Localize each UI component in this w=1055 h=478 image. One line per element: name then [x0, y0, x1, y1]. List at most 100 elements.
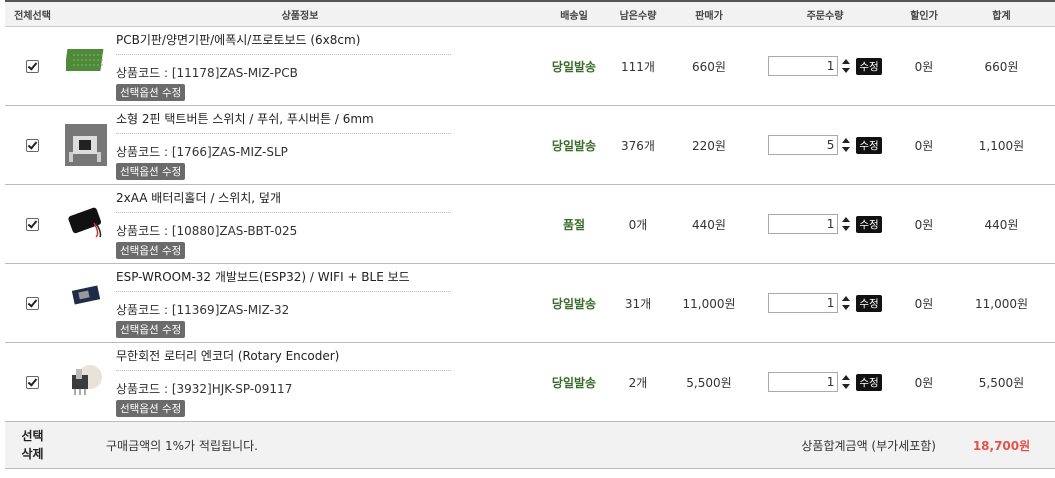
quantity-input[interactable]: [768, 135, 839, 155]
unit-price: 5,500원: [668, 342, 750, 422]
remaining-qty: 2개: [608, 342, 668, 422]
update-qty-button[interactable]: 수정: [856, 373, 882, 391]
product-code: 상품코드 : [11178]ZAS-MIZ-PCB: [116, 66, 298, 80]
ship-status: 당일발송: [551, 375, 597, 390]
edit-option-button[interactable]: 선택옵션 수정: [116, 163, 186, 180]
cart-container: 전체선택 상품정보 배송일 남은수량 판매가 주문수량 할인가 합계 PCB기판…: [0, 0, 1055, 478]
remaining-qty: 0개: [608, 184, 668, 264]
item-checkbox[interactable]: [26, 218, 39, 231]
table-row: 소형 2핀 택트버튼 스위치 / 푸쉬, 푸시버튼 / 6mm 상품코드 : […: [5, 105, 1055, 185]
header-product-info: 상품정보: [60, 0, 540, 27]
table-header-row: 전체선택 상품정보 배송일 남은수량 판매가 주문수량 할인가 합계: [5, 0, 1055, 27]
product-code: 상품코드 : [1766]ZAS-MIZ-SLP: [116, 145, 288, 159]
edit-option-button[interactable]: 선택옵션 수정: [116, 321, 186, 338]
decrease-icon[interactable]: [842, 384, 851, 389]
item-checkbox[interactable]: [26, 297, 39, 310]
discount-price: 0원: [900, 26, 948, 106]
increase-icon[interactable]: [842, 138, 851, 143]
remaining-qty: 111개: [608, 26, 668, 106]
discount-price: 0원: [900, 342, 948, 422]
table-row: PCB기판/양면기판/에폭시/프로토보드 (6x8cm) 상품코드 : [111…: [5, 26, 1055, 106]
product-thumbnail[interactable]: [62, 45, 110, 93]
rotary-encoder-icon: [72, 365, 102, 395]
product-name[interactable]: 무한회전 로터리 엔코더 (Rotary Encoder): [116, 347, 451, 371]
item-checkbox[interactable]: [26, 376, 39, 389]
discount-price: 0원: [900, 184, 948, 264]
quantity-input[interactable]: [768, 56, 839, 76]
increase-icon[interactable]: [842, 375, 851, 380]
product-code: 상품코드 : [3932]HJK-SP-09117: [116, 382, 293, 396]
line-total: 660원: [948, 26, 1055, 106]
unit-price: 440원: [668, 184, 750, 264]
delete-selected-button[interactable]: 선택 삭제: [5, 427, 60, 463]
table-row: 무한회전 로터리 엔코더 (Rotary Encoder) 상품코드 : [39…: [5, 342, 1055, 422]
line-total: 1,100원: [948, 105, 1055, 185]
table-row: 2xAA 배터리홀더 / 스위치, 덮개 상품코드 : [10880]ZAS-B…: [5, 184, 1055, 264]
update-qty-button[interactable]: 수정: [856, 294, 882, 312]
quantity-stepper[interactable]: [842, 59, 851, 73]
product-code: 상품코드 : [10880]ZAS-BBT-025: [116, 224, 298, 238]
ship-status: 당일발송: [551, 296, 597, 311]
product-thumbnail[interactable]: [62, 282, 110, 330]
ship-status: 당일발송: [551, 59, 597, 74]
unit-price: 11,000원: [668, 263, 750, 343]
product-name[interactable]: 2xAA 배터리홀더 / 스위치, 덮개: [116, 189, 451, 213]
unit-price: 660원: [668, 26, 750, 106]
header-order-qty: 주문수량: [750, 0, 900, 27]
ship-status: 품절: [562, 217, 586, 232]
battery-holder-icon: [68, 207, 102, 238]
product-thumbnail[interactable]: [62, 124, 110, 172]
header-remaining: 남은수량: [608, 0, 668, 27]
header-total: 합계: [948, 0, 1055, 27]
decrease-icon[interactable]: [842, 147, 851, 152]
update-qty-button[interactable]: 수정: [856, 215, 882, 233]
quantity-stepper[interactable]: [842, 296, 851, 310]
product-name[interactable]: ESP-WROOM-32 개발보드(ESP32) / WIFI + BLE 보드: [116, 268, 451, 292]
tact-switch-icon: [65, 124, 107, 166]
table-row: ESP-WROOM-32 개발보드(ESP32) / WIFI + BLE 보드…: [5, 263, 1055, 343]
quantity-stepper[interactable]: [842, 217, 851, 231]
unit-price: 220원: [668, 105, 750, 185]
pcb-board-icon: [66, 49, 104, 71]
decrease-icon[interactable]: [842, 226, 851, 231]
remaining-qty: 376개: [608, 105, 668, 185]
quantity-input[interactable]: [768, 293, 839, 313]
header-ship-date: 배송일: [540, 0, 608, 27]
ship-status: 당일발송: [551, 138, 597, 153]
line-total: 11,000원: [948, 263, 1055, 343]
sum-label: 상품합계금액 (부가세포함): [668, 421, 948, 469]
line-total: 5,500원: [948, 342, 1055, 422]
sum-value: 18,700원: [948, 421, 1055, 469]
edit-option-button[interactable]: 선택옵션 수정: [116, 84, 186, 101]
edit-option-button[interactable]: 선택옵션 수정: [116, 242, 186, 259]
line-total: 440원: [948, 184, 1055, 264]
quantity-input[interactable]: [768, 214, 839, 234]
update-qty-button[interactable]: 수정: [856, 136, 882, 154]
increase-icon[interactable]: [842, 296, 851, 301]
header-select-all[interactable]: 전체선택: [5, 0, 60, 27]
esp32-board-icon: [71, 285, 101, 305]
increase-icon[interactable]: [842, 59, 851, 64]
points-notice: 구매금액의 1%가 적립됩니다.: [60, 421, 668, 469]
header-discount: 할인가: [900, 0, 948, 27]
product-name[interactable]: 소형 2핀 택트버튼 스위치 / 푸쉬, 푸시버튼 / 6mm: [116, 110, 451, 134]
decrease-icon[interactable]: [842, 68, 851, 73]
edit-option-button[interactable]: 선택옵션 수정: [116, 400, 186, 417]
update-qty-button[interactable]: 수정: [856, 57, 882, 75]
header-price: 판매가: [668, 0, 750, 27]
product-thumbnail[interactable]: [62, 361, 110, 409]
decrease-icon[interactable]: [842, 305, 851, 310]
item-checkbox[interactable]: [26, 139, 39, 152]
quantity-input[interactable]: [768, 372, 839, 392]
cart-table: 전체선택 상품정보 배송일 남은수량 판매가 주문수량 할인가 합계 PCB기판…: [5, 0, 1055, 469]
item-checkbox[interactable]: [26, 60, 39, 73]
remaining-qty: 31개: [608, 263, 668, 343]
table-footer-row: 선택 삭제 구매금액의 1%가 적립됩니다. 상품합계금액 (부가세포함) 18,…: [5, 421, 1055, 469]
quantity-stepper[interactable]: [842, 375, 851, 389]
increase-icon[interactable]: [842, 217, 851, 222]
quantity-stepper[interactable]: [842, 138, 851, 152]
product-thumbnail[interactable]: [62, 203, 110, 251]
product-name[interactable]: PCB기판/양면기판/에폭시/프로토보드 (6x8cm): [116, 31, 451, 55]
discount-price: 0원: [900, 263, 948, 343]
discount-price: 0원: [900, 105, 948, 185]
